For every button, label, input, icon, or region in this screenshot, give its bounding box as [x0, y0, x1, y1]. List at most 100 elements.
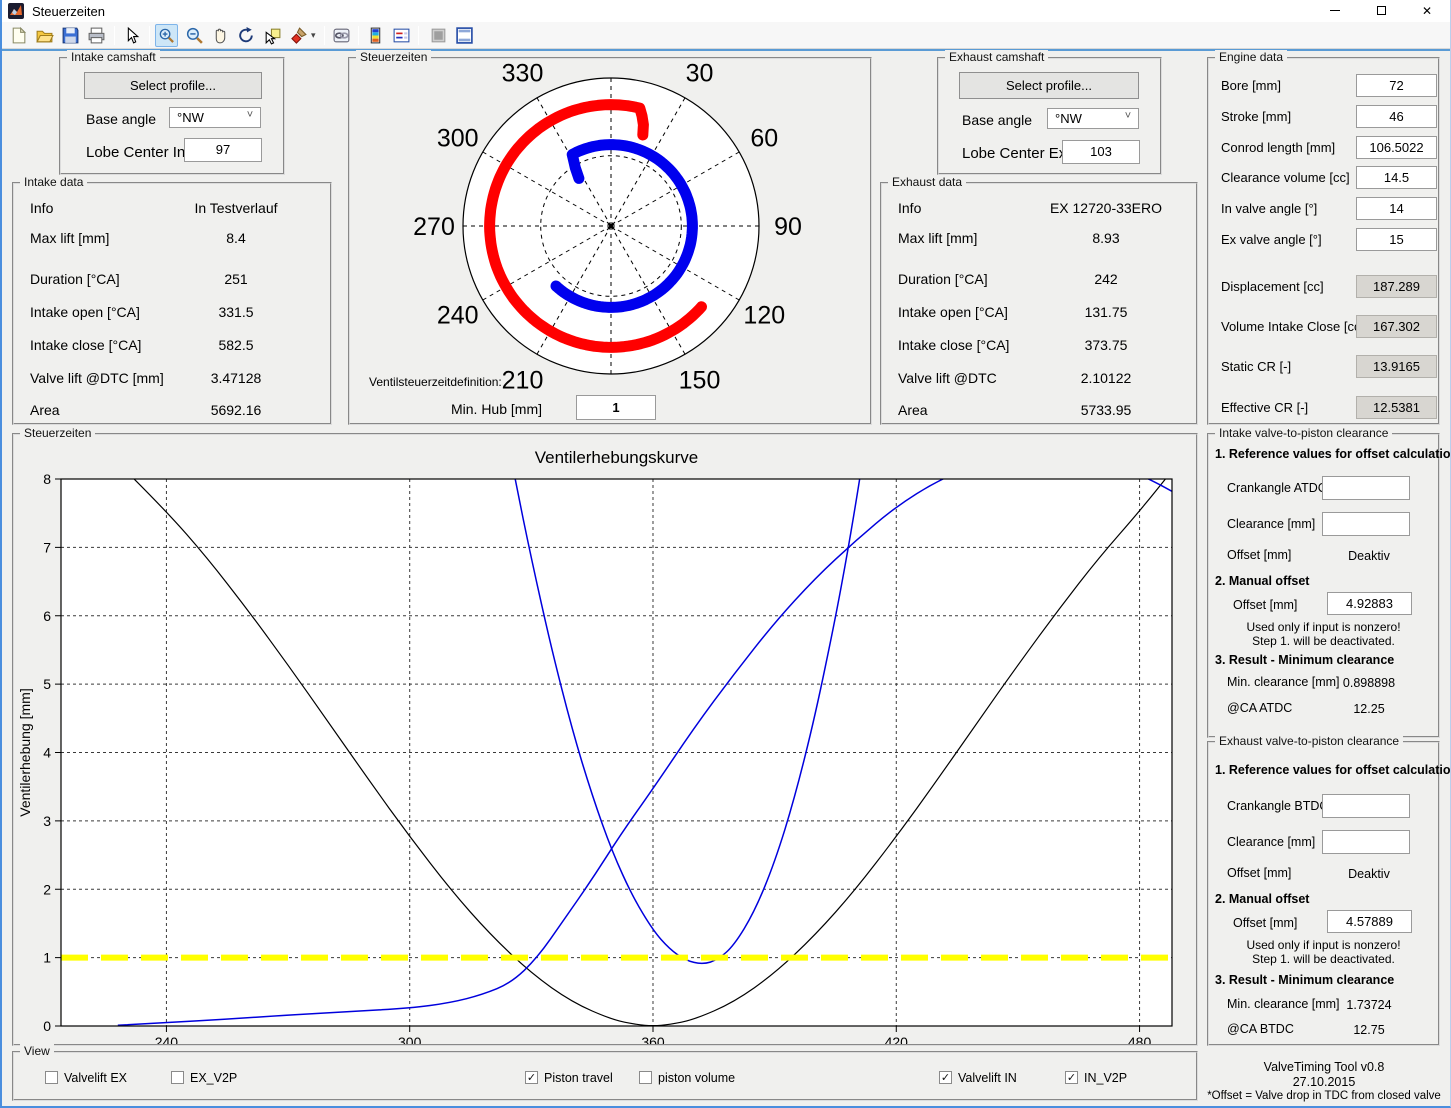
note-line-2: Step 1. will be deactivated.	[1209, 634, 1438, 648]
note-line-1: Used only if input is nonzero!	[1209, 620, 1438, 634]
polar-angle-label: 330	[502, 60, 544, 88]
data-row-value: EX 12720-33ERO	[1021, 200, 1191, 216]
checkbox-label: IN_V2P	[1084, 1071, 1127, 1085]
toolbar-separator	[358, 26, 359, 45]
link-plots-button[interactable]	[330, 24, 353, 47]
data-row-value: 251	[151, 271, 321, 287]
checkbox-icon[interactable]: ✓	[525, 1071, 538, 1084]
panel-title: Intake valve-to-piston clearance	[1215, 426, 1392, 440]
minimize-button[interactable]	[1312, 0, 1358, 22]
y-tick-label: 6	[43, 608, 51, 624]
hide-plot-tools-button[interactable]	[427, 24, 450, 47]
polar-angle-label: 30	[686, 60, 714, 88]
x-tick-label: 480	[1128, 1034, 1152, 1044]
insert-colorbar-button[interactable]	[364, 24, 387, 47]
data-row-label: Intake close [°CA]	[30, 337, 141, 353]
checkbox-icon[interactable]	[639, 1071, 652, 1084]
clearance-label: Clearance [mm]	[1227, 835, 1315, 849]
clearance-input[interactable]	[1322, 512, 1410, 536]
polar-chart-svg[interactable]: 0306090120150180210240270300330	[350, 59, 870, 389]
polar-angle-label: 0	[604, 59, 618, 64]
y-tick-label: 7	[43, 539, 51, 555]
engine-output-field: 167.302	[1356, 315, 1437, 338]
exhaust-base-angle-select[interactable]: °NW ˅	[1047, 108, 1139, 129]
data-row-label: Intake open [°CA]	[30, 304, 140, 320]
rotate-3d-button[interactable]	[235, 24, 258, 47]
intake-lobe-center-input[interactable]: 97	[184, 138, 262, 162]
maximize-icon	[1377, 6, 1386, 15]
intake-select-profile-button[interactable]: Select profile...	[84, 72, 262, 99]
engine-input-field[interactable]: 106.5022	[1356, 136, 1437, 159]
panel-title: View	[20, 1044, 54, 1058]
section-3-heading: 3. Result - Minimum clearance	[1215, 653, 1394, 667]
panel-steuerzeiten-polar: Steuerzeiten 030609012015018021024027030…	[348, 57, 872, 425]
panel-title: Intake camshaft	[67, 50, 160, 64]
clearance-input[interactable]	[1322, 830, 1410, 854]
exhaust-lobe-center-input[interactable]: 103	[1062, 140, 1140, 164]
exhaust-lobe-center-label: Lobe Center Ex	[962, 145, 1066, 162]
data-row-label: Valve lift @DTC	[898, 370, 997, 386]
data-cursor-button[interactable]	[261, 24, 284, 47]
engine-output-label: Displacement [cc]	[1221, 279, 1324, 294]
edit-arrow-button[interactable]	[120, 24, 143, 47]
crankangle-input[interactable]	[1322, 476, 1410, 500]
checkbox-label: Valvelift EX	[64, 1071, 127, 1085]
print-button[interactable]	[85, 24, 108, 47]
line-chart-svg[interactable]: 240300360420480012345678Ventilerhebungsk…	[14, 435, 1196, 1044]
polar-angle-label: 210	[502, 366, 544, 389]
valve-timing-polar-chart[interactable]: 0306090120150180210240270300330	[350, 59, 870, 389]
panel-view: View Valvelift EXEX_V2P✓Piston travelpis…	[12, 1051, 1198, 1101]
engine-input-label: Ex valve angle [°]	[1221, 232, 1322, 247]
brush-button[interactable]	[287, 24, 310, 47]
maximize-button[interactable]	[1358, 0, 1404, 22]
save-button[interactable]	[59, 24, 82, 47]
offset-status: Deaktiv	[1319, 867, 1419, 881]
intake-base-angle-select[interactable]: °NW ˅	[169, 107, 261, 128]
exhaust-select-profile-button[interactable]: Select profile...	[959, 72, 1139, 99]
min-clearance-value: 0.898898	[1319, 676, 1419, 690]
data-row-label: Max lift [mm]	[898, 230, 977, 246]
engine-input-field[interactable]: 15	[1356, 228, 1437, 251]
manual-offset-input[interactable]: 4.57889	[1327, 910, 1412, 933]
checkbox-icon[interactable]: ✓	[939, 1071, 952, 1084]
panel-title: Engine data	[1215, 50, 1287, 64]
brush-dropdown-caret[interactable]: ▾	[311, 30, 316, 41]
new-file-button[interactable]	[7, 24, 30, 47]
minimize-icon	[1330, 10, 1340, 11]
intake-base-angle-label: Base angle	[86, 111, 156, 127]
intake-lobe-center-label: Lobe Center In	[86, 144, 185, 161]
engine-input-field[interactable]: 14.5	[1356, 166, 1437, 189]
insert-legend-button[interactable]	[390, 24, 413, 47]
engine-input-field[interactable]: 72	[1356, 74, 1437, 97]
pan-hand-button[interactable]	[209, 24, 232, 47]
data-row-value: 582.5	[151, 337, 321, 353]
data-row-value: 8.93	[1021, 230, 1191, 246]
min-hub-label: Min. Hub [mm]	[444, 401, 542, 417]
ca-label: @CA ATDC	[1227, 701, 1292, 715]
data-row-label: Duration [°CA]	[898, 271, 988, 287]
valve-lift-chart[interactable]: 240300360420480012345678Ventilerhebungsk…	[14, 435, 1196, 1044]
zoom-in-button[interactable]	[155, 24, 178, 47]
data-row-value: 3.47128	[151, 370, 321, 386]
polar-angle-label: 240	[437, 302, 479, 330]
checkbox-icon[interactable]	[171, 1071, 184, 1084]
min-hub-input[interactable]: 1	[576, 395, 656, 420]
open-file-button[interactable]	[33, 24, 56, 47]
crankangle-input[interactable]	[1322, 794, 1410, 818]
show-plot-tools-button[interactable]	[453, 24, 476, 47]
zoom-out-button[interactable]	[183, 24, 206, 47]
engine-input-field[interactable]: 14	[1356, 197, 1437, 220]
panel-title: Intake data	[20, 175, 87, 189]
close-button[interactable]: ✕	[1404, 0, 1450, 22]
polar-angle-label: 60	[750, 125, 778, 153]
panel-exhaust-v2p: Exhaust valve-to-piston clearance 1. Ref…	[1207, 741, 1440, 1046]
engine-input-field[interactable]: 46	[1356, 105, 1437, 128]
manual-offset-input[interactable]: 4.92883	[1327, 592, 1412, 615]
y-tick-label: 2	[43, 881, 51, 897]
checkbox-icon[interactable]: ✓	[1065, 1071, 1078, 1084]
engine-output-field: 13.9165	[1356, 355, 1437, 378]
exhaust-base-angle-label: Base angle	[962, 112, 1032, 128]
toolbar-separator	[324, 26, 325, 45]
engine-output-field: 187.289	[1356, 275, 1437, 298]
checkbox-icon[interactable]	[45, 1071, 58, 1084]
